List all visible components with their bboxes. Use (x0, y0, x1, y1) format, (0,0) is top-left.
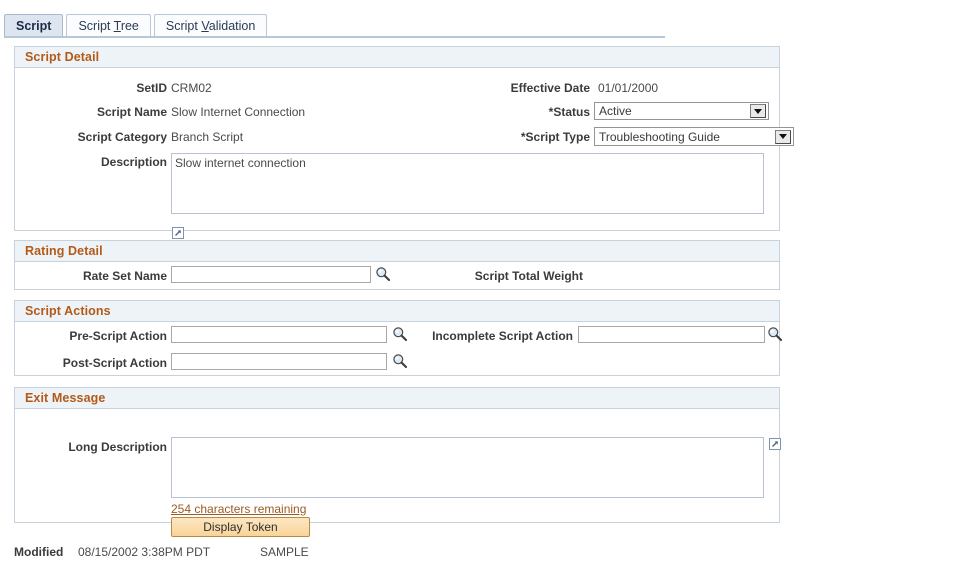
tab-strip: Script Script Tree Script Validation (0, 14, 964, 38)
label-description: Description (100, 155, 167, 169)
modified-label: Modified (14, 545, 64, 559)
label-script-name: Script Name (96, 105, 167, 119)
script-type-dropdown-value: Troubleshooting Guide (599, 129, 720, 144)
panel-script-detail: Script Detail SetID CRM02 Script Name Sl… (14, 46, 794, 239)
panel-script-detail-header: Script Detail (15, 47, 779, 68)
expand-description-icon[interactable] (171, 226, 185, 240)
description-textarea[interactable]: Slow internet connection (171, 153, 764, 214)
label-pre-script-action: Pre-Script Action (69, 329, 167, 343)
label-script-total-weight: Script Total Weight (474, 269, 583, 283)
expand-long-description-icon[interactable] (768, 437, 782, 451)
value-script-name: Slow Internet Connection (171, 105, 306, 119)
pre-script-action-input[interactable] (171, 326, 387, 343)
panel-script-actions-body: Pre-Script Action Post-Script Action Inc… (15, 322, 783, 376)
tab-script-tree[interactable]: Script Tree (66, 14, 151, 37)
panel-rating-detail-header: Rating Detail (15, 241, 779, 262)
panel-script-actions: Script Actions Pre-Script Action Post-Sc… (14, 300, 783, 376)
chevron-down-icon[interactable] (750, 104, 766, 118)
panel-script-detail-title: Script Detail (25, 50, 100, 64)
post-script-action-lookup-icon[interactable] (392, 353, 408, 369)
panel-rating-detail-body: Rate Set Name Script Total Weight (15, 262, 779, 290)
tab-script-validation-label: Script Validation (165, 19, 256, 33)
panel-script-detail-body: SetID CRM02 Script Name Slow Internet Co… (15, 68, 794, 239)
incomplete-script-action-input[interactable] (578, 326, 765, 343)
label-rate-set-name: Rate Set Name (82, 269, 167, 283)
modified-timestamp: 08/15/2002 3:38PM PDT (78, 545, 211, 559)
status-dropdown[interactable]: Active (594, 102, 769, 120)
tab-script[interactable]: Script (4, 14, 64, 37)
label-effective-date: Effective Date (510, 81, 590, 95)
modified-user: SAMPLE (260, 545, 309, 559)
panel-rating-detail: Rating Detail Rate Set Name Script Total… (14, 240, 780, 290)
tab-script-tree-label: Script Tree (78, 19, 139, 33)
label-status: *Status (548, 105, 590, 119)
panel-rating-detail-title: Rating Detail (25, 244, 103, 258)
panel-script-actions-header: Script Actions (15, 301, 779, 322)
rate-set-name-lookup-icon[interactable] (375, 266, 391, 282)
post-script-action-input[interactable] (171, 353, 387, 370)
status-dropdown-value: Active (599, 104, 632, 118)
panel-script-actions-title: Script Actions (25, 304, 111, 318)
incomplete-script-action-lookup-icon[interactable] (767, 326, 783, 342)
tab-script-label: Script (16, 19, 52, 33)
value-script-category: Branch Script (171, 130, 244, 144)
label-script-category: Script Category (77, 130, 167, 144)
panel-exit-message-body: Long Description 254 characters remainin… (15, 409, 782, 537)
rate-set-name-input[interactable] (171, 266, 371, 283)
tab-baseline-divider (4, 36, 665, 38)
label-setid: SetID (136, 81, 167, 95)
panel-exit-message-header: Exit Message (15, 388, 779, 409)
value-setid: CRM02 (171, 81, 212, 95)
tab-script-validation[interactable]: Script Validation (153, 14, 268, 37)
value-effective-date: 01/01/2000 (598, 81, 659, 95)
label-long-description: Long Description (68, 440, 167, 454)
characters-remaining-link[interactable]: 254 characters remaining (171, 502, 306, 516)
script-type-dropdown[interactable]: Troubleshooting Guide (594, 127, 794, 146)
panel-exit-message-title: Exit Message (25, 391, 106, 405)
display-token-button-label: Display Token (203, 520, 278, 534)
chevron-down-icon[interactable] (775, 129, 791, 144)
panel-exit-message: Exit Message Long Description 254 charac… (14, 387, 782, 537)
label-incomplete-script-action: Incomplete Script Action (432, 329, 573, 343)
display-token-button[interactable]: Display Token (171, 517, 310, 537)
footer-modified-row: Modified 08/15/2002 3:38PM PDT SAMPLE (14, 545, 780, 561)
long-description-textarea[interactable] (171, 437, 764, 498)
label-script-type: *Script Type (520, 130, 590, 144)
label-post-script-action: Post-Script Action (62, 356, 167, 370)
